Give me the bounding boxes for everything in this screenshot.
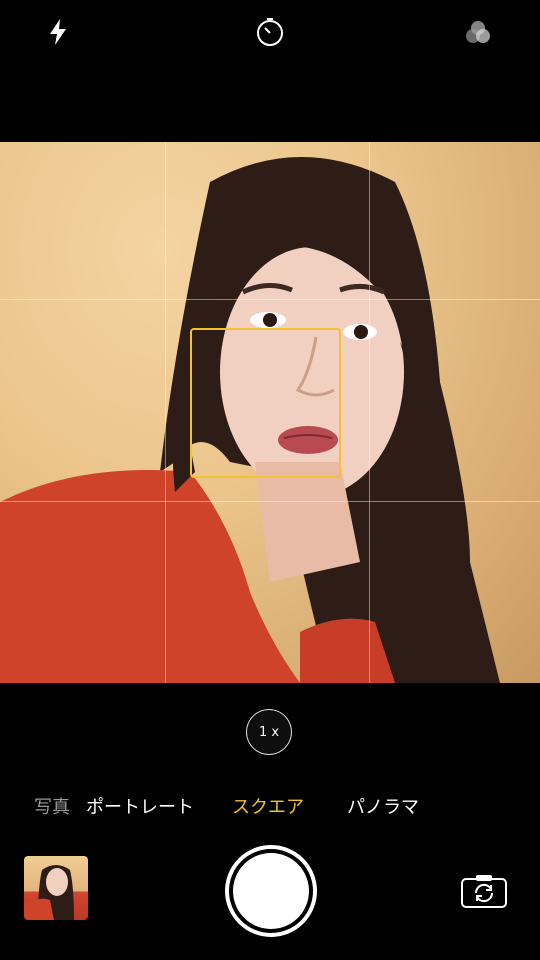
grid-line-horizontal-2 — [0, 501, 540, 502]
shutter-inner — [233, 853, 309, 929]
top-bar — [0, 0, 540, 142]
zoom-button[interactable]: 1 x — [246, 709, 292, 755]
shutter-button[interactable] — [225, 845, 317, 937]
timer-icon[interactable] — [250, 12, 290, 52]
mode-panorama[interactable]: パノラマ — [347, 793, 419, 819]
grid-line-vertical-2 — [369, 142, 370, 683]
camera-controls: 1 x 写真 ポートレート スクエア パノラマ — [0, 683, 540, 960]
mode-square[interactable]: スクエア — [232, 793, 304, 819]
filters-icon[interactable] — [458, 12, 498, 52]
grid-line-horizontal-1 — [0, 299, 540, 300]
grid-line-vertical-1 — [165, 142, 166, 683]
switch-camera-icon[interactable] — [460, 873, 508, 909]
camera-viewfinder[interactable] — [0, 142, 540, 683]
flash-icon[interactable] — [38, 12, 78, 52]
mode-portrait[interactable]: ポートレート — [86, 793, 194, 819]
mode-photo[interactable]: 写真 — [34, 793, 70, 819]
focus-box — [190, 328, 341, 478]
last-photo-thumbnail[interactable] — [24, 856, 88, 920]
